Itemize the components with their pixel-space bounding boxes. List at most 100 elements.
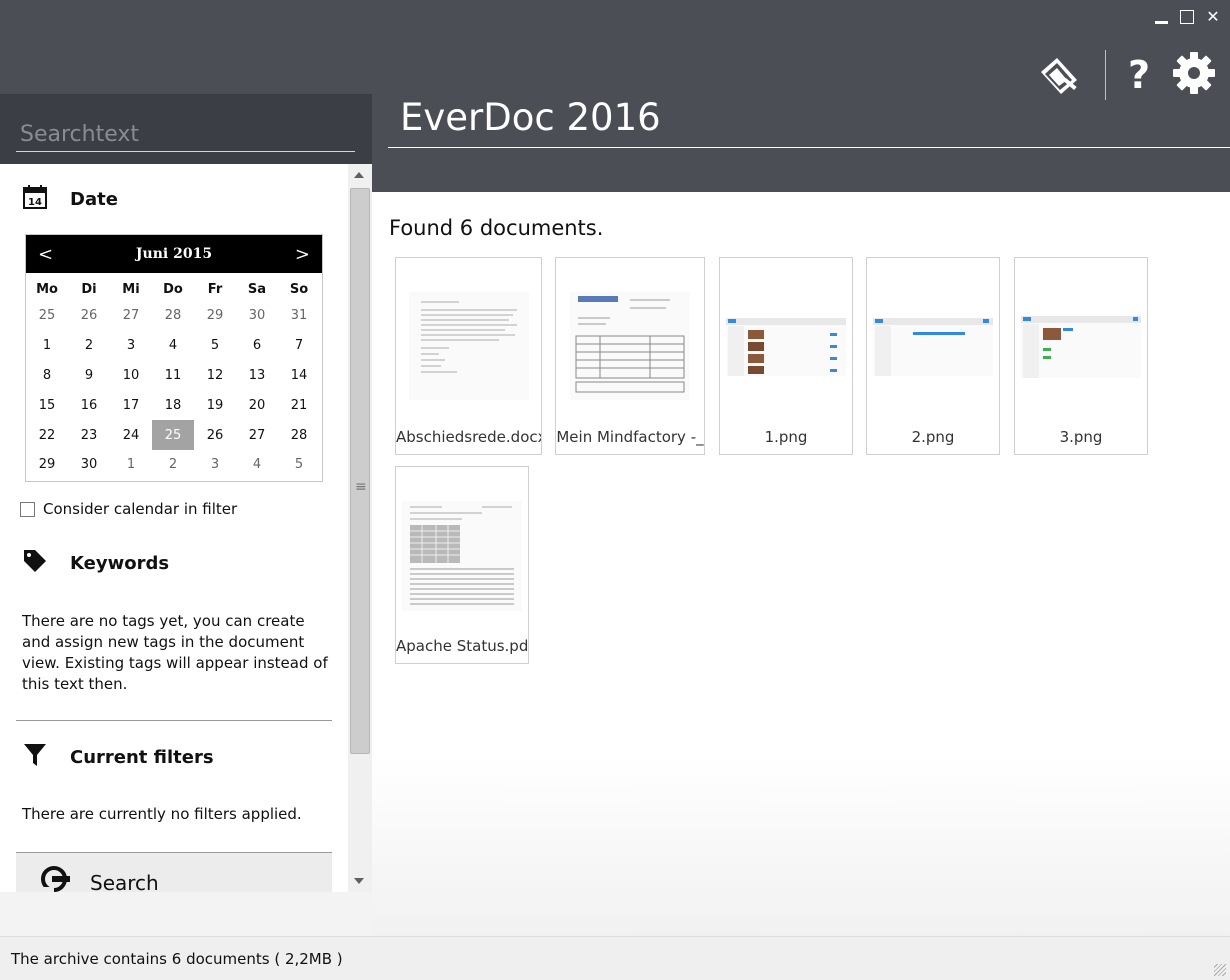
calendar: < Juni 2015 > Mo Di Mi Do Fr Sa So 25 26 27 28 29 30… <box>25 234 323 482</box>
calendar-day[interactable]: 26 <box>68 301 110 331</box>
calendar-day[interactable]: 10 <box>110 361 152 391</box>
scanner-icon[interactable] <box>1037 50 1083 100</box>
maximize-icon[interactable] <box>1178 8 1196 26</box>
filters-info-text: There are currently no filters applied. <box>22 805 302 823</box>
calendar-day[interactable]: 5 <box>278 450 320 480</box>
calendar-day[interactable]: 19 <box>194 390 236 420</box>
calendar-day[interactable]: 3 <box>194 450 236 480</box>
calendar-weekday: Sa <box>247 281 267 297</box>
calendar-day[interactable]: 7 <box>278 331 320 361</box>
calendar-day[interactable]: 1 <box>110 450 152 480</box>
calendar-header: < Juni 2015 > <box>26 235 322 273</box>
calendar-day[interactable]: 21 <box>278 390 320 420</box>
document-name: 3.png <box>1059 428 1103 446</box>
title-area: EverDoc 2016 <box>388 96 1230 148</box>
minimize-icon[interactable] <box>1152 8 1170 26</box>
document-tile[interactable]: Abschiedsrede.docx <box>395 257 542 455</box>
calendar-next-button[interactable]: > <box>295 244 310 265</box>
keywords-section-header: Keywords <box>22 548 169 579</box>
filters-section-title: Current filters <box>70 747 214 768</box>
calendar-day[interactable]: 31 <box>278 301 320 331</box>
calendar-day[interactable]: 23 <box>68 420 110 450</box>
funnel-icon <box>22 742 48 773</box>
calendar-weekday: Fr <box>207 281 223 297</box>
document-name: Apache Status.pdf <box>396 637 528 655</box>
document-tile[interactable]: 3.png <box>1014 257 1148 455</box>
calendar-icon-label: 14 <box>28 197 42 208</box>
calendar-day[interactable]: 29 <box>26 450 68 480</box>
status-bar: The archive contains 6 documents ( 2,2MB… <box>0 936 1230 980</box>
window-controls: ✕ <box>1152 8 1222 26</box>
toolbar-divider <box>1104 50 1106 100</box>
document-tile[interactable]: Mein Mindfactory -_ <box>555 257 705 455</box>
calendar-day[interactable]: 12 <box>194 361 236 391</box>
date-section-title: Date <box>70 189 118 210</box>
calendar-prev-button[interactable]: < <box>38 244 53 265</box>
search-button[interactable]: Search <box>16 852 332 892</box>
consider-calendar-row[interactable]: Consider calendar in filter <box>20 500 237 518</box>
keywords-section-title: Keywords <box>70 553 170 574</box>
calendar-day[interactable]: 26 <box>194 420 236 450</box>
scroll-down-icon[interactable] <box>354 878 364 884</box>
document-thumbnail <box>873 318 993 376</box>
calendar-day[interactable]: 4 <box>152 331 194 361</box>
document-name: 1.png <box>764 428 808 446</box>
keywords-info-text: There are no tags yet, you can create an… <box>22 612 328 693</box>
calendar-day[interactable]: 5 <box>194 331 236 361</box>
calendar-day[interactable]: 27 <box>110 301 152 331</box>
status-text: The archive contains 6 documents ( 2,2MB… <box>11 950 343 968</box>
scroll-up-icon[interactable] <box>354 172 364 178</box>
calendar-day[interactable]: 28 <box>278 420 320 450</box>
document-thumbnail <box>402 501 522 611</box>
document-thumbnail <box>726 318 846 376</box>
help-icon[interactable]: ? <box>1128 53 1150 97</box>
calendar-day[interactable]: 9 <box>68 361 110 391</box>
calendar-day[interactable]: 4 <box>236 450 278 480</box>
calendar-day[interactable]: 22 <box>26 420 68 450</box>
filters-section-header: Current filters <box>22 742 214 773</box>
gear-icon[interactable] <box>1172 51 1216 99</box>
calendar-weekday: So <box>289 281 309 297</box>
calendar-day[interactable]: 15 <box>26 390 68 420</box>
calendar-day[interactable]: 29 <box>194 301 236 331</box>
calendar-day[interactable]: 8 <box>26 361 68 391</box>
document-tile[interactable]: 2.png <box>866 257 1000 455</box>
document-thumbnail <box>570 292 690 400</box>
scroll-thumb[interactable] <box>350 188 370 754</box>
date-section-header: 14 Date <box>22 184 118 215</box>
resize-grip[interactable] <box>1214 964 1226 976</box>
calendar-day[interactable]: 6 <box>236 331 278 361</box>
calendar-day[interactable]: 18 <box>152 390 194 420</box>
document-thumbnail <box>1021 316 1141 378</box>
calendar-day[interactable]: 16 <box>68 390 110 420</box>
calendar-month[interactable]: Juni 2015 <box>136 246 212 262</box>
calendar-day[interactable]: 20 <box>236 390 278 420</box>
consider-calendar-checkbox[interactable] <box>20 501 35 517</box>
calendar-day[interactable]: 2 <box>68 331 110 361</box>
calendar-day[interactable]: 14 <box>278 361 320 391</box>
document-name: 2.png <box>911 428 955 446</box>
calendar-weekday: Mi <box>122 281 140 297</box>
document-thumbnail <box>408 292 529 400</box>
calendar-weekday: Do <box>163 281 183 297</box>
document-tile[interactable]: 1.png <box>719 257 853 455</box>
calendar-day[interactable]: 30 <box>68 450 110 480</box>
calendar-day[interactable]: 30 <box>236 301 278 331</box>
search-button-label: Search <box>90 870 159 893</box>
close-icon[interactable]: ✕ <box>1204 8 1222 26</box>
calendar-day[interactable]: 1 <box>26 331 68 361</box>
calendar-day[interactable]: 17 <box>110 390 152 420</box>
calendar-weekday: Mo <box>36 281 58 297</box>
calendar-day[interactable]: 3 <box>110 331 152 361</box>
calendar-day[interactable]: 27 <box>236 420 278 450</box>
calendar-day[interactable]: 13 <box>236 361 278 391</box>
calendar-day[interactable]: 2 <box>152 450 194 480</box>
search-input[interactable] <box>16 118 355 152</box>
calendar-day[interactable]: 25 <box>152 420 194 450</box>
document-tile[interactable]: Apache Status.pdf <box>395 466 529 664</box>
sidebar-scrollbar[interactable] <box>348 164 372 892</box>
calendar-day[interactable]: 11 <box>152 361 194 391</box>
calendar-day[interactable]: 28 <box>152 301 194 331</box>
calendar-day[interactable]: 24 <box>110 420 152 450</box>
calendar-day[interactable]: 25 <box>26 301 68 331</box>
